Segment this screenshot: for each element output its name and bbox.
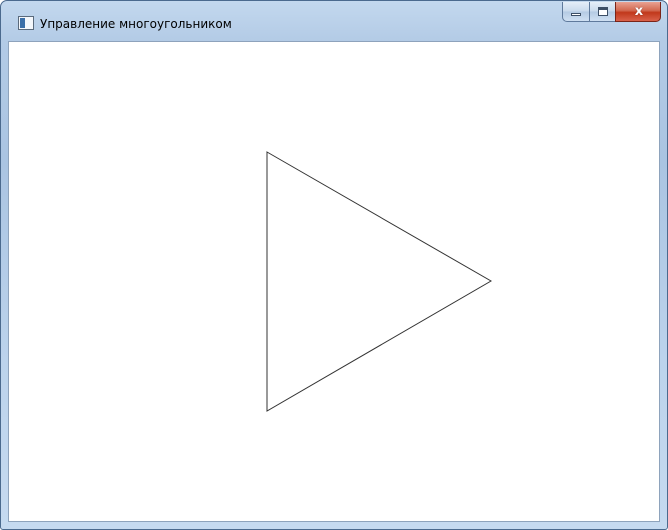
- maximize-icon: [598, 7, 608, 16]
- maximize-button[interactable]: [589, 2, 615, 22]
- app-window: Управление многоугольником x: [0, 0, 668, 530]
- polygon-triangle[interactable]: [266, 151, 492, 412]
- minimize-button[interactable]: [562, 2, 589, 22]
- title-bar[interactable]: Управление многоугольником x: [1, 1, 667, 41]
- app-icon-bar: [20, 18, 25, 28]
- minimize-icon: [571, 13, 581, 16]
- polygon-canvas-svg: [266, 151, 492, 412]
- window-title: Управление многоугольником: [40, 17, 232, 31]
- drawing-canvas[interactable]: [8, 41, 660, 522]
- close-icon: x: [634, 4, 644, 19]
- app-window-icon[interactable]: [18, 16, 34, 30]
- close-button[interactable]: x: [615, 2, 661, 22]
